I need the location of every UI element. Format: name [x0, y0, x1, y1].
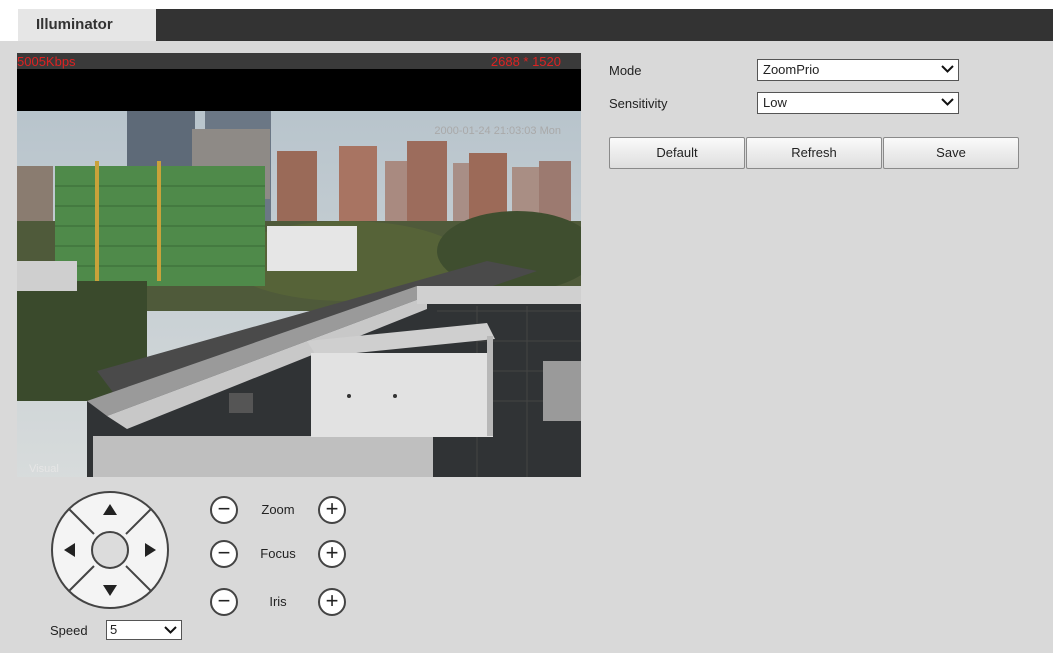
- speed-select[interactable]: 5: [106, 620, 182, 640]
- camera-scene-image: [17, 111, 581, 477]
- iris-plus-button[interactable]: +: [318, 588, 346, 616]
- mode-select[interactable]: ZoomPrio: [757, 59, 959, 81]
- speed-value: 5: [110, 622, 118, 637]
- default-button[interactable]: Default: [609, 137, 745, 169]
- focus-plus-button[interactable]: +: [318, 540, 346, 568]
- ptz-direction-pad: [51, 491, 169, 609]
- chevron-down-icon: [941, 98, 954, 106]
- save-button[interactable]: Save: [883, 137, 1019, 169]
- resolution-readout: 2688 * 1520: [490, 54, 561, 69]
- tab-bar: Illuminator: [18, 9, 1053, 41]
- ptz-center-button[interactable]: [91, 531, 129, 569]
- video-status-bar: 5005Kbps 2688 * 1520: [17, 53, 581, 69]
- iris-label: Iris: [269, 594, 287, 609]
- zoom-control: − Zoom +: [210, 496, 360, 526]
- video-preview: 5005Kbps 2688 * 1520 2000-01-24 21:03:03…: [17, 53, 581, 477]
- zoom-in-button[interactable]: +: [318, 496, 346, 524]
- refresh-button[interactable]: Refresh: [746, 137, 882, 169]
- sensitivity-select[interactable]: Low: [757, 92, 959, 114]
- iris-minus-button[interactable]: −: [210, 588, 238, 616]
- channel-label: Visual: [29, 463, 59, 475]
- zoom-label: Zoom: [261, 502, 295, 517]
- zoom-out-button[interactable]: −: [210, 496, 238, 524]
- tab-illuminator[interactable]: Illuminator: [18, 9, 156, 41]
- sensitivity-label: Sensitivity: [609, 96, 668, 111]
- sensitivity-value: Low: [763, 95, 787, 110]
- focus-minus-button[interactable]: −: [210, 540, 238, 568]
- chevron-down-icon: [164, 626, 177, 634]
- speed-label: Speed: [50, 623, 88, 638]
- mode-label: Mode: [609, 63, 642, 78]
- focus-label: Focus: [260, 546, 296, 561]
- chevron-down-icon: [941, 65, 954, 73]
- mode-value: ZoomPrio: [763, 62, 820, 77]
- iris-control: − Iris +: [210, 588, 360, 618]
- bitrate-readout: 5005Kbps: [17, 54, 76, 69]
- timestamp-overlay: 2000-01-24 21:03:03 Mon: [434, 125, 561, 137]
- focus-control: − Focus +: [210, 540, 360, 570]
